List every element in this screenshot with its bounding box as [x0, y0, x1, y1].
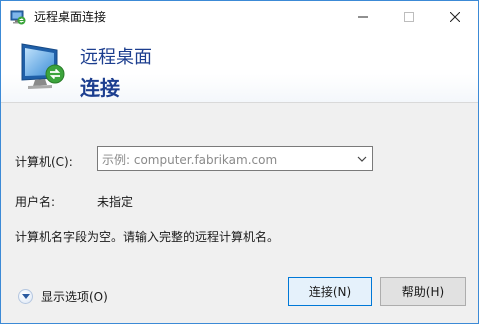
computer-label: 计算机(C): [15, 155, 73, 169]
status-message: 计算机名字段为空。请输入完整的远程计算机名。 [15, 230, 280, 244]
remote-desktop-window: 远程桌面连接 远程桌面 连接 计算机(C): 示例: computer.fabr… [0, 0, 479, 324]
computer-combobox[interactable]: 示例: computer.fabrikam.com [97, 146, 373, 171]
connect-button[interactable]: 连接(N) [288, 277, 372, 306]
remote-desktop-app-icon [10, 9, 26, 25]
banner-title-line1: 远程桌面 [80, 47, 152, 68]
title-bar: 远程桌面连接 [1, 1, 478, 32]
expand-chevron-icon[interactable] [18, 289, 33, 304]
username-value: 未指定 [97, 195, 134, 209]
help-button[interactable]: 帮助(H) [380, 277, 466, 306]
banner-title-line2: 连接 [80, 76, 120, 100]
computer-input-placeholder: 示例: computer.fabrikam.com [102, 153, 278, 167]
close-button[interactable] [432, 1, 478, 32]
remote-desktop-monitor-icon [19, 40, 69, 90]
maximize-icon [404, 11, 414, 22]
minimize-icon [358, 16, 368, 17]
window-title: 远程桌面连接 [34, 10, 107, 24]
close-icon [450, 11, 460, 22]
username-label: 用户名: [15, 195, 56, 209]
header-banner: 远程桌面 连接 [1, 32, 478, 103]
maximize-button[interactable] [386, 1, 432, 32]
chevron-down-icon[interactable] [352, 147, 372, 170]
minimize-button[interactable] [340, 1, 386, 32]
show-options-label[interactable]: 显示选项(O) [41, 288, 108, 305]
show-options-toggle[interactable]: 显示选项(O) [18, 288, 108, 305]
